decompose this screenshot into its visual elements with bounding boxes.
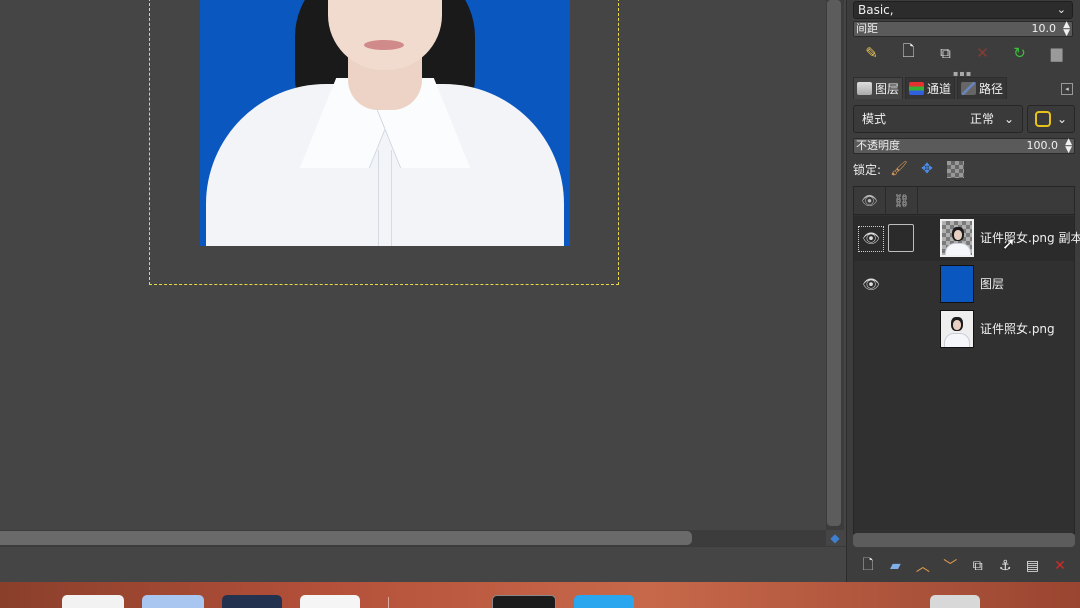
layer-list-header: 👁 ⛓ bbox=[854, 187, 1074, 215]
visibility-column-eye-icon[interactable]: 👁 bbox=[854, 187, 886, 215]
duplicate-brush-icon[interactable]: ⧉ bbox=[935, 42, 957, 64]
right-dock-panel: Basic, ⌄ 间距 10.0 ▲ ▼ ✎ 🗋 ⧉ ✕ ↻ ▆ ▪▪▪ 图层 通… bbox=[846, 0, 1080, 582]
spacing-spinner[interactable]: 间距 10.0 ▲ ▼ bbox=[853, 21, 1073, 38]
tab-channels[interactable]: 通道 bbox=[905, 77, 956, 99]
chevron-down-icon: ⌄ bbox=[1003, 112, 1014, 126]
dock-app-finder-icon[interactable] bbox=[142, 595, 204, 608]
gimp-window: ◆ Basic, ⌄ 间距 10.0 ▲ ▼ ✎ 🗋 ⧉ ✕ ↻ ▆ ▪▪▪ 图层 bbox=[0, 0, 1080, 608]
tab-layers-label: 图层 bbox=[875, 82, 900, 96]
mode-value: 正常 bbox=[969, 112, 994, 126]
paths-icon bbox=[961, 82, 977, 95]
panel-menu-icon[interactable]: ◂ bbox=[1061, 83, 1073, 95]
image-canvas[interactable] bbox=[0, 0, 826, 530]
layer-name[interactable]: 证件照女.png 副本 bbox=[980, 216, 1080, 261]
spacing-value: 10.0 bbox=[1031, 22, 1057, 35]
dock-separator bbox=[388, 597, 389, 608]
edit-brush-icon[interactable]: ✎ bbox=[861, 42, 883, 64]
canvas-vertical-scroll-thumb[interactable] bbox=[827, 0, 841, 526]
navigate-icon[interactable]: ◆ bbox=[826, 530, 844, 546]
layers-icon bbox=[857, 82, 872, 95]
alpha-checker-icon bbox=[946, 160, 964, 178]
tab-channels-label: 通道 bbox=[927, 82, 952, 96]
delete-layer-icon[interactable]: ✕ bbox=[1049, 555, 1071, 577]
chain-toggle[interactable] bbox=[888, 224, 914, 252]
canvas-horizontal-scroll-thumb[interactable] bbox=[0, 531, 692, 545]
status-bar bbox=[0, 546, 846, 582]
opacity-label: 不透明度 bbox=[856, 139, 900, 152]
new-layer-group-icon[interactable]: ▰ bbox=[884, 555, 906, 577]
dock-app-notes-icon[interactable] bbox=[62, 595, 124, 608]
dock-app-icon[interactable] bbox=[574, 595, 634, 608]
opacity-spinner[interactable]: 不透明度 100.0 ▲ ▼ bbox=[853, 138, 1075, 155]
tab-paths-label: 路径 bbox=[979, 82, 1004, 96]
new-layer-icon[interactable]: 🗋 bbox=[857, 555, 879, 577]
chevron-down-icon: ⌄ bbox=[1056, 3, 1066, 16]
layer-actions-bar: 🗋 ▰ ︿ ﹀ ⧉ ⚓ ▤ ✕ bbox=[853, 554, 1075, 578]
tab-layers[interactable]: 图层 bbox=[853, 77, 904, 99]
composite-mode-icon bbox=[1034, 111, 1051, 127]
layer-row[interactable]: 👁 图层 bbox=[854, 262, 1074, 307]
spacing-label: 间距 bbox=[856, 22, 878, 35]
eye-icon[interactable]: 👁 bbox=[858, 226, 884, 252]
layer-row[interactable]: 👁 证件照女.png 副本 ➚ bbox=[854, 216, 1080, 261]
layer-thumbnail bbox=[940, 265, 974, 303]
delete-brush-icon[interactable]: ✕ bbox=[972, 42, 994, 64]
dynamics-select[interactable]: Basic, ⌄ bbox=[853, 1, 1073, 19]
layer-list-scrollbar[interactable] bbox=[853, 533, 1075, 547]
anchor-layer-icon[interactable]: ⚓ bbox=[994, 555, 1016, 577]
dock-app-icon[interactable] bbox=[222, 595, 282, 608]
layer-list: 👁 ⛓ 👁 证件照女.png 副本 ➚ 👁 图层 证件照女.png bbox=[853, 186, 1080, 534]
mode-label: 模式 bbox=[862, 112, 887, 126]
chain-column-icon[interactable]: ⛓ bbox=[886, 187, 918, 215]
selection-marquee bbox=[149, 0, 619, 285]
macos-dock bbox=[0, 582, 1080, 608]
mouse-cursor-icon: ➚ bbox=[1002, 234, 1016, 253]
eye-icon[interactable]: 👁 bbox=[858, 272, 884, 298]
layer-mask-icon[interactable]: ▤ bbox=[1022, 555, 1044, 577]
dock-tabs: 图层 通道 路径 bbox=[853, 77, 1075, 101]
refresh-brushes-icon[interactable]: ↻ bbox=[1009, 42, 1031, 64]
channels-icon bbox=[909, 82, 925, 95]
composite-mode-button[interactable]: ⌄ bbox=[1027, 105, 1075, 133]
raise-layer-icon[interactable]: ︿ bbox=[912, 555, 934, 577]
layer-name[interactable]: 证件照女.png bbox=[980, 307, 1055, 352]
spin-arrows-icon[interactable]: ▲ ▼ bbox=[1065, 138, 1072, 155]
dock-app-icon[interactable] bbox=[300, 595, 360, 608]
dock-trash-icon[interactable] bbox=[930, 595, 980, 608]
opacity-value: 100.0 bbox=[1026, 139, 1059, 152]
layer-mode-row: 模式 正常 ⌄ ⌄ bbox=[853, 105, 1075, 135]
layer-row[interactable]: 证件照女.png bbox=[854, 307, 1074, 352]
layer-mode-select[interactable]: 模式 正常 ⌄ bbox=[853, 105, 1023, 133]
layer-name[interactable]: 图层 bbox=[980, 262, 1004, 307]
chevron-down-icon: ⌄ bbox=[1056, 112, 1068, 126]
layer-thumbnail bbox=[940, 219, 974, 257]
lock-row: 锁定: 🖌 ✥ bbox=[853, 158, 1075, 180]
lock-pixels-icon[interactable]: 🖌 bbox=[889, 159, 909, 179]
dock-app-terminal-icon[interactable] bbox=[492, 595, 556, 608]
dynamics-value: Basic, bbox=[858, 3, 894, 17]
brush-print-icon[interactable]: ▆ bbox=[1046, 42, 1068, 64]
lock-position-icon[interactable]: ✥ bbox=[917, 159, 937, 179]
spin-arrows-icon[interactable]: ▲ ▼ bbox=[1063, 21, 1070, 38]
lock-label: 锁定: bbox=[853, 162, 882, 177]
lower-layer-icon[interactable]: ﹀ bbox=[939, 555, 961, 577]
new-brush-icon[interactable]: 🗋 bbox=[898, 42, 920, 64]
duplicate-layer-icon[interactable]: ⧉ bbox=[967, 555, 989, 577]
lock-alpha-icon[interactable] bbox=[945, 159, 965, 179]
layer-thumbnail bbox=[940, 310, 974, 348]
brush-actions-row: ✎ 🗋 ⧉ ✕ ↻ ▆ bbox=[853, 40, 1075, 66]
tab-paths[interactable]: 路径 bbox=[957, 77, 1008, 99]
